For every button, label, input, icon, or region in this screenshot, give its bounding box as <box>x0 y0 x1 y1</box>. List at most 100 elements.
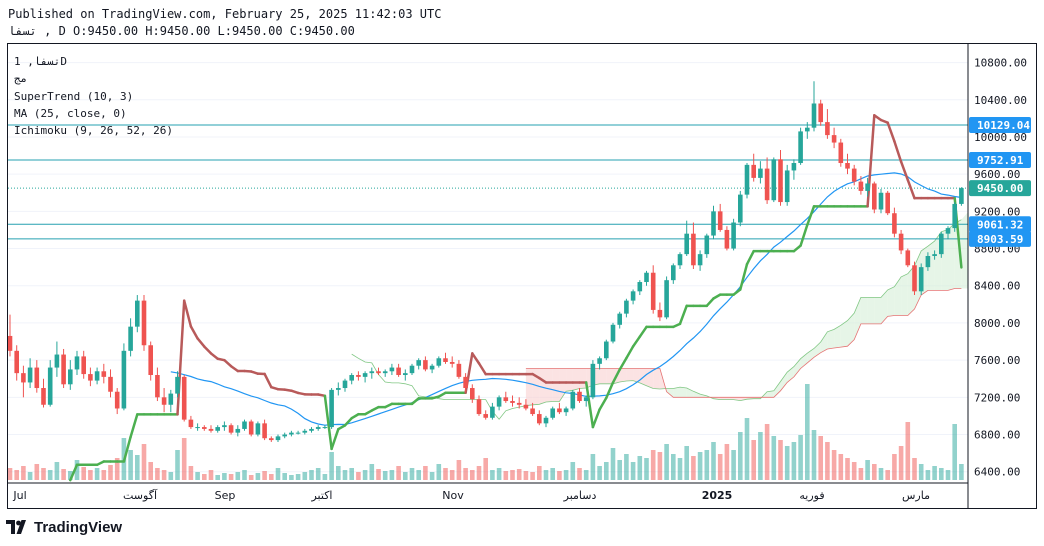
price-tick-label: 8000.00 <box>974 317 1020 330</box>
volume-bar <box>54 462 60 480</box>
footer: TradingView <box>6 518 122 536</box>
supertrend-segment <box>598 396 608 411</box>
volume-bar <box>885 470 890 480</box>
supertrend-segment <box>886 121 896 143</box>
volume-bar <box>369 464 375 480</box>
volume-bar <box>691 456 696 480</box>
volume-bar <box>898 446 904 480</box>
volume-bar <box>550 468 555 480</box>
candle-body <box>831 135 837 143</box>
volume-bar <box>148 462 153 480</box>
candle-body <box>845 163 850 169</box>
plot-frame <box>7 43 1037 509</box>
cloud-segment <box>874 297 881 324</box>
price-level-label: 10129.04 <box>977 119 1030 132</box>
candle-body <box>54 354 60 368</box>
volume-bar <box>34 464 40 480</box>
volume-bar <box>597 466 602 480</box>
candle-body <box>617 313 622 325</box>
volume-bar <box>952 424 957 480</box>
volume-bar <box>215 475 220 480</box>
volume-bar <box>704 450 710 480</box>
volume-bar <box>537 466 542 480</box>
supertrend-segment <box>625 345 635 360</box>
candle-body <box>918 267 924 292</box>
candle-body <box>443 358 448 362</box>
volume-bar <box>671 454 676 480</box>
cloud-segment <box>901 273 908 316</box>
volume-bar <box>831 450 837 480</box>
volume-bar <box>918 464 924 480</box>
cloud-segment <box>566 368 573 392</box>
supertrend-segment <box>799 223 809 247</box>
candle-body <box>490 406 495 418</box>
price-tick-label: 10400.00 <box>974 94 1027 107</box>
tradingview-brand: TradingView <box>34 518 123 536</box>
price-level-label: 9450.00 <box>977 182 1023 195</box>
candle-body <box>610 324 616 342</box>
cloud-segment <box>887 286 895 317</box>
volume-bar <box>195 472 200 480</box>
volume-bar <box>248 475 254 480</box>
price-tick-label: 7600.00 <box>974 354 1020 367</box>
volume-bar <box>108 465 113 480</box>
volume-bar <box>349 468 354 480</box>
candle-body <box>952 203 957 229</box>
volume-bar <box>583 470 589 480</box>
price-chart[interactable]: 6400.00 6800.00 7200.00 7600.00 8000.00 8400.… <box>0 0 1044 546</box>
candle-body <box>738 194 743 223</box>
candle-body <box>932 254 937 256</box>
candle-body <box>885 192 890 214</box>
volume-bar <box>590 454 596 480</box>
volume-bar <box>409 468 415 480</box>
volume-bar <box>717 454 723 480</box>
candle-body <box>704 235 710 255</box>
price-tick-label: 7200.00 <box>974 391 1020 404</box>
time-tick-label: Sep <box>215 489 236 502</box>
candle-body <box>503 397 509 402</box>
candle-body <box>778 159 783 203</box>
candle-body <box>255 423 261 435</box>
volume-bar <box>523 471 529 480</box>
price-tick-label: 6400.00 <box>974 466 1020 479</box>
volume-bar <box>476 466 482 480</box>
volume-bar <box>563 470 569 480</box>
volume-bar <box>175 450 180 480</box>
candle-body <box>148 345 153 376</box>
volume-bar <box>516 469 522 480</box>
cloud-segment <box>572 368 580 391</box>
volume-bar <box>798 435 803 480</box>
volume-bars <box>7 384 964 480</box>
legend-symbol: تسفا, 1D <box>14 55 67 68</box>
candle-body <box>597 358 602 364</box>
price-lines <box>8 124 968 240</box>
candle-body <box>912 265 917 292</box>
candle-body <box>141 300 147 346</box>
cloud-segment <box>606 368 613 384</box>
legend-ichimoku: Ichimoku (9, 26, 52, 26) <box>14 124 173 137</box>
candle-body <box>550 408 555 418</box>
cloud-segment <box>546 368 553 402</box>
volume-bar <box>530 472 535 480</box>
candle-body <box>758 168 763 178</box>
candle-body <box>624 300 629 314</box>
candle-body <box>664 280 669 318</box>
candle-body <box>925 255 931 268</box>
volume-bar <box>235 472 241 480</box>
volume-bar <box>510 470 515 480</box>
volume-bar <box>161 470 167 480</box>
candle-body <box>557 408 562 413</box>
supertrend-segment <box>605 381 615 400</box>
volume-bar <box>878 468 884 480</box>
candle-body <box>362 373 368 377</box>
candle-body <box>697 254 703 266</box>
volume-bar <box>865 460 870 480</box>
volume-bar <box>624 454 629 480</box>
candle-body <box>195 427 200 429</box>
candle-body <box>208 428 214 431</box>
candle-body <box>872 183 877 210</box>
price-level-label: 9752.91 <box>977 154 1024 167</box>
volume-bar <box>784 446 790 480</box>
candle-body <box>878 192 884 210</box>
candle-body <box>389 367 395 372</box>
